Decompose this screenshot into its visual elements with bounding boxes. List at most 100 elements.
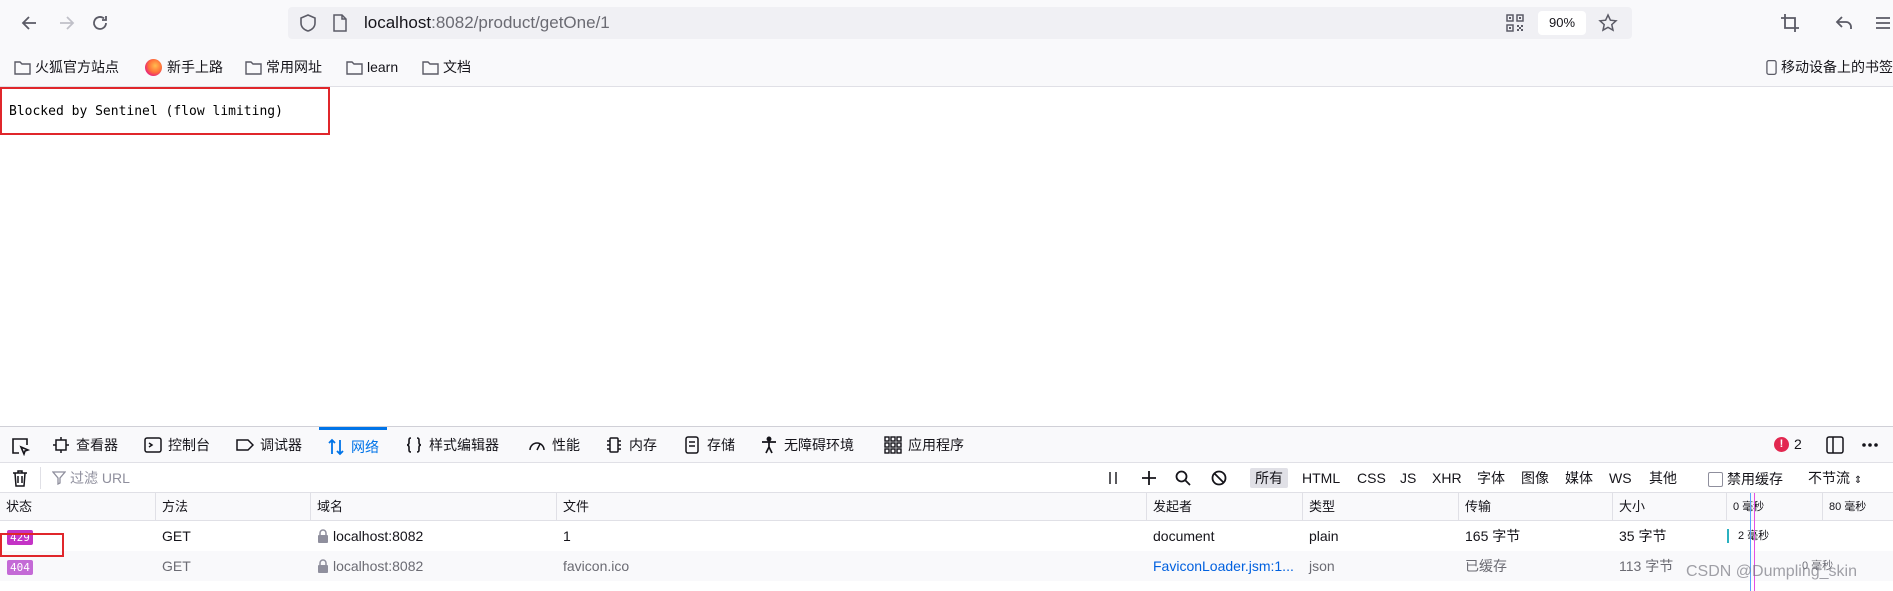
tab-application[interactable]: 应用程序 <box>884 427 964 463</box>
type-filter-media[interactable]: 媒体 <box>1560 468 1598 488</box>
tab-inspector[interactable]: 查看器 <box>52 427 118 463</box>
network-filter-bar: 所有 HTML CSS JS XHR 字体 图像 媒体 WS 其他 禁用缓存 不… <box>0 463 1893 493</box>
throttling-select[interactable]: 不节流 ⇕ <box>1808 468 1862 491</box>
highlight-box <box>0 87 330 135</box>
error-count-badge[interactable]: ! 2 <box>1774 436 1802 452</box>
screenshot-button[interactable] <box>1776 9 1804 37</box>
type-cell: json <box>1309 558 1335 574</box>
devtools-panel: 查看器 控制台 调试器 网络 样式编辑器 性能 内存 存储 无障碍环境 应用程序… <box>0 426 1893 591</box>
file-cell: favicon.ico <box>563 558 630 574</box>
type-filter-css[interactable]: CSS <box>1352 468 1391 488</box>
tab-memory[interactable]: 内存 <box>605 427 657 463</box>
crop-icon <box>1781 14 1799 32</box>
page-info-icon[interactable] <box>332 14 348 32</box>
bookmarks-toolbar: 火狐官方站点 新手上路 常用网址 learn 文档 移动设备上的书签 <box>0 45 1893 87</box>
forward-arrow-icon <box>60 16 75 30</box>
tracking-shield-icon[interactable] <box>298 13 318 33</box>
type-filter-fonts[interactable]: 字体 <box>1472 468 1510 488</box>
type-filter-xhr[interactable]: XHR <box>1427 468 1467 488</box>
bookmark-item[interactable]: 文档 <box>422 57 471 77</box>
tab-label: 性能 <box>552 437 580 453</box>
type-filter-html[interactable]: HTML <box>1297 468 1345 488</box>
error-count: 2 <box>1794 436 1802 452</box>
column-header-domain[interactable]: 域名 <box>310 493 556 521</box>
size-cell: 35 字节 <box>1619 528 1667 544</box>
table-row[interactable]: 429 GET localhost:8082 1 document plain … <box>0 521 1893 551</box>
tab-network[interactable]: 网络 <box>319 427 387 463</box>
initiator-link[interactable]: FaviconLoader.jsm:1... <box>1146 551 1302 581</box>
bookmark-item[interactable]: learn <box>346 57 398 77</box>
pause-icon[interactable] <box>1104 469 1122 487</box>
mobile-bookmarks-label: 移动设备上的书签 <box>1781 59 1893 75</box>
column-header-type[interactable]: 类型 <box>1302 493 1458 521</box>
add-icon[interactable] <box>1140 469 1158 487</box>
console-icon <box>144 437 162 453</box>
type-filter-other[interactable]: 其他 <box>1644 468 1682 488</box>
tab-storage[interactable]: 存储 <box>683 427 735 463</box>
search-icon[interactable] <box>1174 469 1192 487</box>
back-button[interactable] <box>16 9 44 37</box>
filter-url-input[interactable] <box>70 468 1070 488</box>
bookmark-star-icon[interactable] <box>1598 13 1618 33</box>
folder-icon <box>422 60 439 75</box>
column-header-initiator[interactable]: 发起者 <box>1146 493 1302 521</box>
tab-performance[interactable]: 性能 <box>528 427 580 463</box>
tab-console[interactable]: 控制台 <box>144 427 210 463</box>
bookmark-label: 文档 <box>443 59 471 75</box>
mobile-bookmarks[interactable]: 移动设备上的书签 <box>1766 57 1893 77</box>
menu-button[interactable] <box>1872 9 1893 37</box>
network-icon <box>328 438 344 455</box>
accessibility-icon <box>762 436 776 454</box>
type-filter-js[interactable]: JS <box>1395 468 1421 488</box>
zoom-level-button[interactable]: 90% <box>1538 11 1586 35</box>
tab-accessibility[interactable]: 无障碍环境 <box>760 427 854 463</box>
qr-code-icon[interactable] <box>1506 14 1524 32</box>
trash-icon[interactable] <box>12 469 28 487</box>
forward-button[interactable] <box>52 9 80 37</box>
type-filter-ws[interactable]: WS <box>1604 468 1637 488</box>
domain-cell: localhost:8082 <box>310 551 556 581</box>
column-header-file[interactable]: 文件 <box>556 493 1146 521</box>
bookmark-item[interactable]: 火狐官方站点 <box>14 57 119 77</box>
element-picker-icon[interactable] <box>10 436 30 456</box>
page-content: Blocked by Sentinel (flow limiting) <box>0 87 1893 426</box>
method-cell: GET <box>162 528 191 544</box>
column-header-size[interactable]: 大小 <box>1612 493 1726 521</box>
tab-debugger[interactable]: 调试器 <box>236 427 302 463</box>
reload-icon <box>93 16 107 30</box>
type-filter-all[interactable]: 所有 <box>1250 468 1288 488</box>
block-icon[interactable] <box>1210 469 1228 487</box>
error-icon: ! <box>1774 436 1789 452</box>
column-header-status[interactable]: 状态 <box>0 493 155 521</box>
hamburger-menu-icon <box>1875 17 1890 29</box>
storage-icon <box>685 436 699 454</box>
status-badge: 404 <box>7 559 33 575</box>
undo-button[interactable] <box>1830 9 1858 37</box>
lock-icon <box>318 559 328 573</box>
memory-icon <box>607 437 621 453</box>
file-cell: 1 <box>563 528 571 544</box>
inspector-icon <box>53 437 69 453</box>
disable-cache-checkbox[interactable] <box>1708 471 1723 487</box>
bookmark-item[interactable]: 新手上路 <box>145 57 223 77</box>
bookmark-item[interactable]: 常用网址 <box>245 57 322 77</box>
folder-icon <box>346 60 363 75</box>
bookmark-label: 新手上路 <box>167 59 223 75</box>
disable-cache-toggle[interactable]: 禁用缓存 <box>1708 469 1783 489</box>
back-arrow-icon <box>21 16 36 30</box>
initiator-cell: document <box>1153 528 1215 544</box>
url-text[interactable]: localhost:8082/product/getOne/1 <box>364 13 610 33</box>
updown-chevron-icon: ⇕ <box>1853 475 1863 486</box>
domain-text: localhost:8082 <box>333 558 424 574</box>
column-header-transferred[interactable]: 传输 <box>1458 493 1612 521</box>
reload-button[interactable] <box>86 9 114 37</box>
table-row[interactable]: 404 GET localhost:8082 favicon.ico Favic… <box>0 551 1893 581</box>
application-icon <box>884 436 902 454</box>
column-header-method[interactable]: 方法 <box>155 493 310 521</box>
address-bar[interactable]: localhost:8082/product/getOne/1 90% <box>288 7 1632 39</box>
type-filter-images[interactable]: 图像 <box>1516 468 1554 488</box>
more-options-icon[interactable] <box>1860 435 1880 455</box>
dock-side-icon[interactable] <box>1825 435 1845 455</box>
bookmark-label: 火狐官方站点 <box>35 59 119 75</box>
tab-style-editor[interactable]: 样式编辑器 <box>405 427 499 463</box>
